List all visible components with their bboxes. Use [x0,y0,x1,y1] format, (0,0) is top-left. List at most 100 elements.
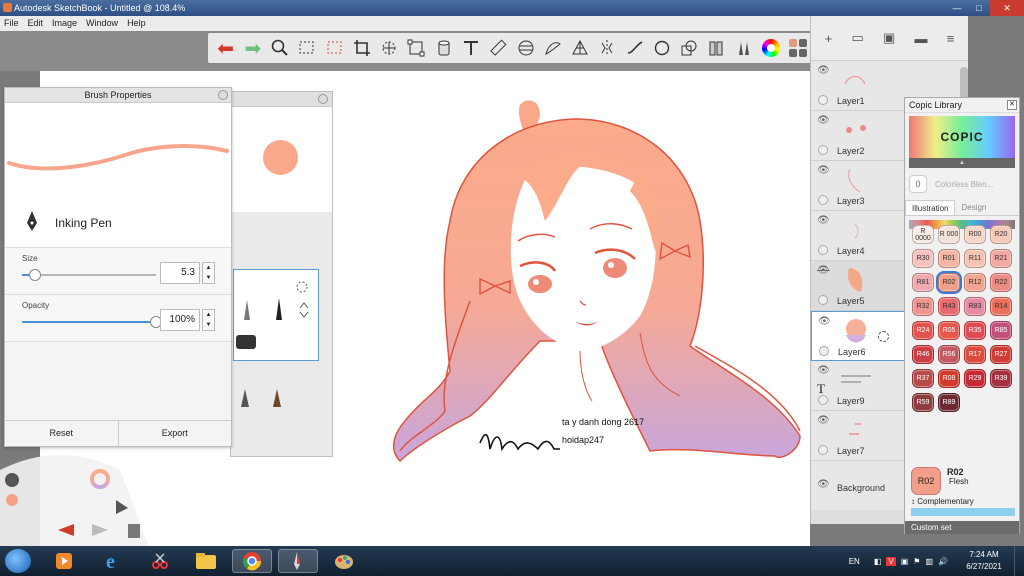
chrome-icon[interactable] [232,549,272,573]
tray-icon-2[interactable]: ▣ [901,557,909,566]
lagoon-color-icon[interactable] [92,471,108,487]
internet-explorer-icon[interactable]: e [94,549,134,573]
opacity-slider[interactable] [22,316,162,328]
tray-flag-icon[interactable]: ⚑ [913,557,920,566]
visibility-eye-icon[interactable]: 👁 [817,215,830,226]
copic-swatch[interactable]: R22 [990,273,1012,292]
visibility-eye-icon[interactable]: 👁 [817,415,830,426]
language-indicator[interactable]: EN [849,557,860,566]
size-slider-thumb[interactable] [29,269,42,281]
shapes-icon[interactable] [676,35,703,61]
copic-library-icon[interactable] [703,35,730,61]
copic-swatch[interactable]: R17 [964,345,986,364]
stroke-stabilizer-icon[interactable] [621,35,648,61]
copic-swatch[interactable]: R37 [912,369,934,388]
lagoon-redo-icon[interactable] [90,522,110,538]
menu-window[interactable]: Window [86,16,118,31]
colorless-blender-row[interactable]: 0 Colorless Blen... [909,174,1015,194]
brush-library-icon[interactable] [730,35,757,61]
copic-swatch[interactable]: R81 [912,273,934,292]
copic-swatch[interactable]: R02 [936,271,962,294]
clock[interactable]: 7:24 AM 6/27/2021 [954,549,1014,573]
size-spinner[interactable]: ▲ ▼ [202,262,215,284]
redo-icon[interactable]: ➡ [239,35,266,61]
complementary-color-bar[interactable] [911,508,1015,516]
close-brush-panel-icon[interactable] [218,90,228,100]
size-slider[interactable] [22,269,156,281]
close-palette-icon[interactable] [318,94,328,104]
transform-icon[interactable] [376,35,403,61]
show-desktop-button[interactable] [1014,546,1024,576]
brush-row-2[interactable] [233,385,317,418]
layer-menu-icon[interactable]: ≡ [947,31,955,46]
copic-swatch[interactable]: R56 [938,345,960,364]
close-window-button[interactable]: ✕ [990,0,1024,16]
layer-select-radio[interactable] [818,295,828,305]
file-explorer-icon[interactable] [186,549,226,573]
opacity-value-field[interactable]: 100% [160,309,200,331]
copic-swatch[interactable]: R24 [912,321,934,340]
menu-help[interactable]: Help [127,16,146,31]
ruler-icon[interactable] [485,35,512,61]
selected-brush-set[interactable] [233,269,319,361]
copic-swatch[interactable]: R14 [990,297,1012,316]
volume-icon[interactable]: 🔊 [938,557,948,566]
layer-select-radio[interactable] [818,145,828,155]
lagoon-undo-icon[interactable] [56,522,76,538]
current-copic-chip[interactable]: R02 [911,467,941,495]
copic-swatch[interactable]: R08 [938,369,960,388]
undo-icon[interactable]: ⬅ [212,35,239,61]
ellipse-guide-icon[interactable] [512,35,539,61]
visibility-eye-icon[interactable]: 👁 [817,479,830,490]
copic-swatch[interactable]: R21 [990,249,1012,268]
visibility-eye-icon[interactable]: 👁 [818,316,831,327]
copic-swatch[interactable]: R01 [938,249,960,268]
copic-swatch[interactable]: R05 [938,321,960,340]
custom-set-bar[interactable]: Custom set [905,521,1019,534]
add-image-layer-icon[interactable]: ▣ [883,30,895,46]
copic-swatch[interactable]: R20 [990,225,1012,244]
circle-shape-icon[interactable] [648,35,675,61]
copic-swatch[interactable]: R83 [964,297,986,316]
layer-select-radio[interactable] [818,245,828,255]
perspective-icon[interactable] [566,35,593,61]
menu-image[interactable]: Image [52,16,77,31]
fill-bucket-icon[interactable] [430,35,457,61]
copic-swatch[interactable]: R39 [990,369,1012,388]
copic-swatch[interactable]: R85 [990,321,1012,340]
maximize-button[interactable]: □ [968,0,990,16]
copic-swatch[interactable]: R46 [912,345,934,364]
zoom-icon[interactable] [267,35,294,61]
copic-swatch[interactable]: R89 [938,393,960,412]
copic-swatch[interactable]: R30 [912,249,934,268]
close-copic-icon[interactable]: ✕ [1007,100,1017,110]
add-group-icon[interactable]: ▭ [851,30,863,46]
clear-layer-icon[interactable]: ▬ [915,31,928,46]
copic-swatch[interactable]: R12 [964,273,986,292]
collapse-logo-icon[interactable]: ▲ [909,158,1015,168]
opacity-spinner[interactable]: ▲ ▼ [202,309,215,331]
snipping-tool-icon[interactable] [140,549,180,573]
vivaldi-tray-icon[interactable]: V [886,556,896,566]
sketchbook-taskbar-icon[interactable] [278,549,318,573]
paint-icon[interactable] [324,549,364,573]
layer-select-radio[interactable] [818,445,828,455]
visibility-eye-icon[interactable]: 👁 [817,115,830,126]
hidden-eye-icon[interactable]: 👁 [817,265,830,276]
copic-swatch[interactable]: R35 [964,321,986,340]
media-player-icon[interactable] [44,549,84,573]
copic-swatch[interactable]: R59 [912,393,934,412]
lagoon-brush-icon[interactable] [6,472,18,488]
visibility-eye-icon[interactable]: 👁 [817,165,830,176]
copic-swatch[interactable]: R 000 [938,225,960,244]
tab-design[interactable]: Design [955,200,992,215]
start-button[interactable] [5,549,31,573]
french-curve-icon[interactable] [539,35,566,61]
symmetry-icon[interactable] [594,35,621,61]
minimize-button[interactable]: — [946,0,968,16]
layer-select-radio[interactable] [819,346,829,356]
visibility-eye-icon[interactable]: 👁 [817,65,830,76]
color-editor-icon[interactable] [757,35,784,61]
text-tool-icon[interactable] [457,35,484,61]
copic-swatch[interactable]: R00 [964,225,986,244]
